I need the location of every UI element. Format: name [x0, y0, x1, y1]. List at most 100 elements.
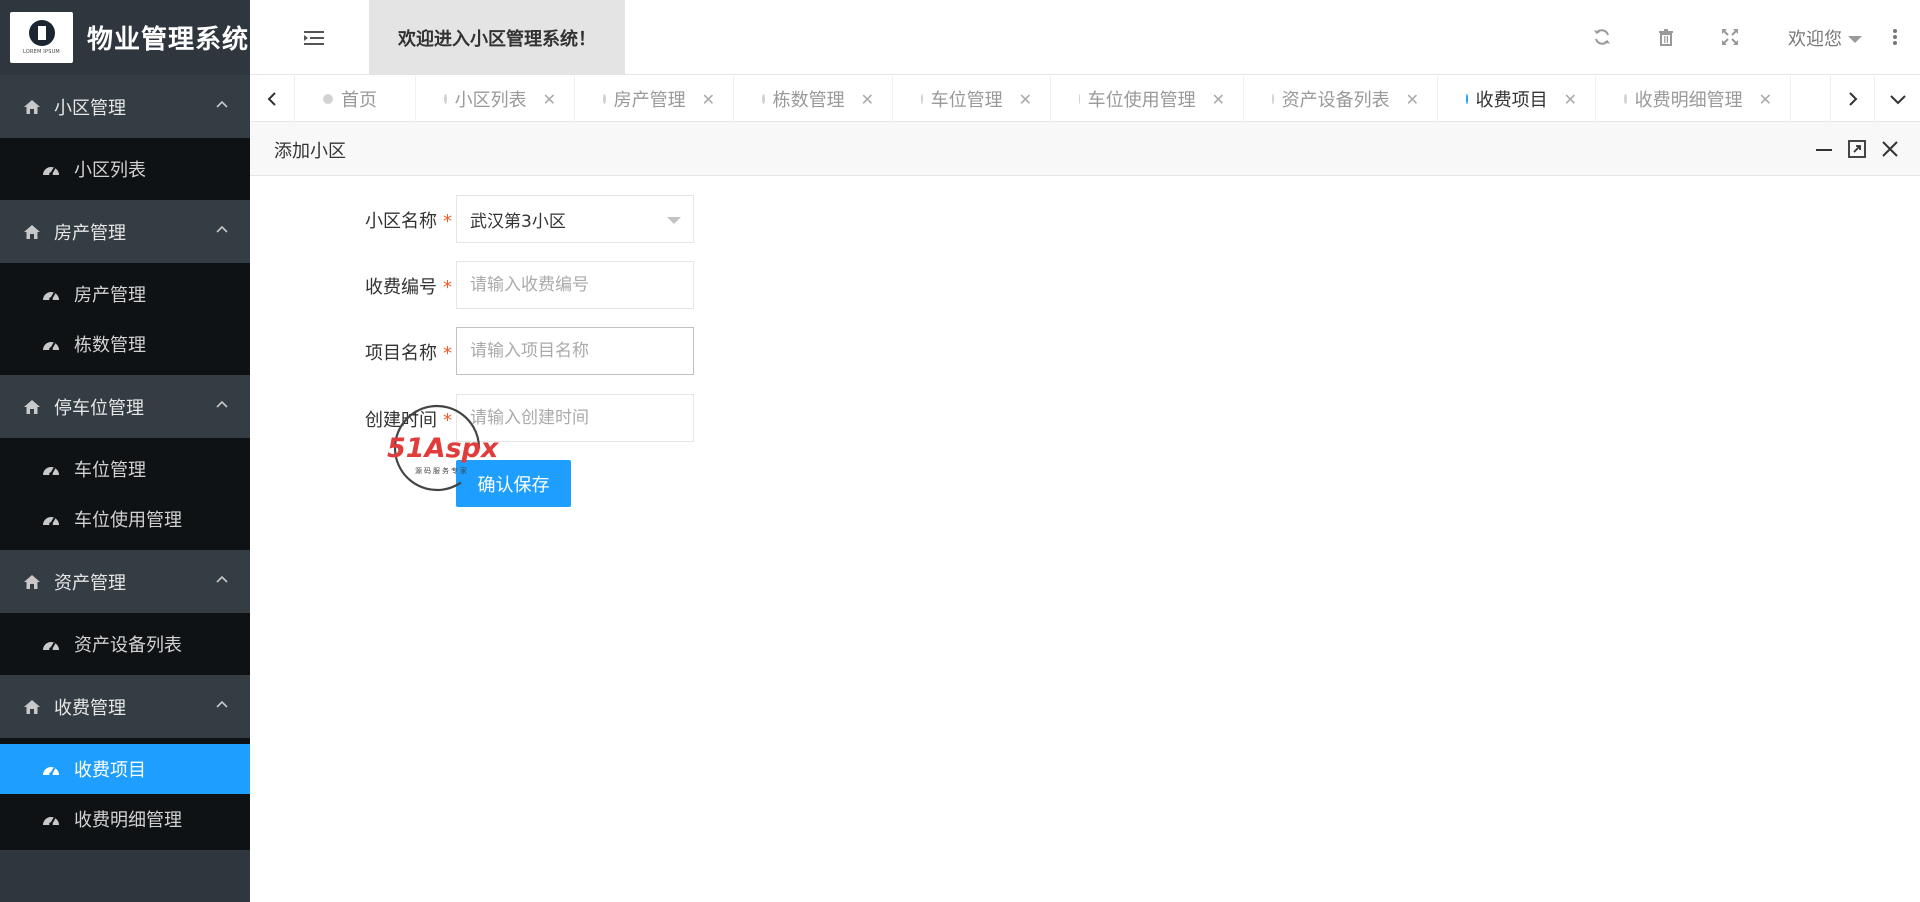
tab-buildings[interactable]: 栋数管理 ✕: [734, 76, 893, 122]
form-row-item-name: 项目名称 *: [250, 327, 1150, 375]
label-text: 收费编号: [365, 277, 437, 298]
sidebar-item-asset-list[interactable]: 资产设备列表: [0, 619, 250, 669]
submenu: 车位管理 车位使用管理: [0, 438, 250, 550]
save-button[interactable]: 确认保存: [456, 460, 571, 507]
home-icon: [24, 699, 40, 714]
tab-property[interactable]: 房产管理 ✕: [575, 76, 734, 122]
menu-group-header[interactable]: 收费管理: [0, 675, 250, 738]
tab-home[interactable]: 首页: [295, 76, 416, 122]
tab-dot: [762, 94, 765, 104]
tab-dot: [1079, 94, 1080, 104]
tab-menu-dropdown[interactable]: [1875, 76, 1920, 122]
menu-group-header[interactable]: 停车位管理: [0, 375, 250, 438]
close-icon[interactable]: ✕: [861, 90, 874, 109]
sidebar-item-parking[interactable]: 车位管理: [0, 444, 250, 494]
dashboard-icon: [43, 292, 59, 301]
maximize-icon[interactable]: [1847, 139, 1867, 159]
tab-parking-usage[interactable]: 车位使用管理 ✕: [1051, 76, 1244, 122]
chevron-up-icon: [216, 575, 228, 583]
tab-dot: [1466, 94, 1468, 104]
menu-group-header[interactable]: 房产管理: [0, 200, 250, 263]
sidebar-item-parking-usage[interactable]: 车位使用管理: [0, 494, 250, 544]
sidebar-item-label: 车位管理: [74, 460, 146, 481]
fullscreen-icon[interactable]: [1720, 27, 1740, 47]
sidebar-item-label: 车位使用管理: [74, 510, 182, 531]
logo-caption: LOREM IPSUM: [23, 49, 60, 55]
tab-asset-list[interactable]: 资产设备列表 ✕: [1244, 76, 1438, 122]
tab-dot: [1624, 94, 1627, 104]
tab-bar: 首页 小区列表 ✕ 房产管理 ✕ 栋数管理 ✕ 车位管理 ✕ 车位使用管理 ✕: [250, 76, 1920, 122]
form-label-wrap: 项目名称 *: [250, 327, 452, 375]
menu-group-fees: 收费管理 收费项目 收费明细管理: [0, 675, 250, 850]
menu-group-parking: 停车位管理 车位管理 车位使用管理: [0, 375, 250, 550]
created-time-input[interactable]: [456, 394, 694, 442]
close-icon[interactable]: ✕: [1564, 90, 1577, 109]
menu-group-community: 小区管理 小区列表: [0, 75, 250, 200]
tab-scroll-left[interactable]: [250, 76, 295, 122]
menu-toggle-icon[interactable]: [304, 30, 324, 46]
tab-dot: [444, 94, 447, 104]
tab-scroll-right[interactable]: [1830, 76, 1875, 122]
sidebar-item-community-list[interactable]: 小区列表: [0, 144, 250, 194]
close-icon[interactable]: ✕: [1406, 90, 1419, 109]
menu-group-label: 停车位管理: [54, 397, 144, 419]
tab-parking[interactable]: 车位管理 ✕: [893, 76, 1051, 122]
dashboard-icon: [43, 467, 59, 476]
dashboard-icon: [43, 517, 59, 526]
chevron-right-icon: [1848, 92, 1857, 106]
community-label: 小区名称 *: [365, 207, 452, 233]
close-icon[interactable]: ✕: [1212, 90, 1225, 109]
menu-group-label: 小区管理: [54, 97, 126, 119]
tab-label: 小区列表: [454, 90, 527, 111]
app-title: 物业管理系统: [87, 25, 250, 55]
sidebar-item-fee-details[interactable]: 收费明细管理: [0, 794, 250, 844]
close-icon[interactable]: ✕: [543, 90, 556, 109]
home-icon: [24, 574, 40, 589]
tab-fee-details[interactable]: 收费明细管理 ✕: [1596, 76, 1791, 122]
tab-community-list[interactable]: 小区列表 ✕: [416, 76, 575, 122]
welcome-tab[interactable]: 欢迎进入小区管理系统！: [369, 0, 625, 75]
submenu: 收费项目 收费明细管理: [0, 738, 250, 850]
close-icon[interactable]: ✕: [1019, 90, 1032, 109]
more-vertical-icon[interactable]: [1892, 27, 1898, 47]
menu-group-header[interactable]: 资产管理: [0, 550, 250, 613]
tab-label: 栋数管理: [772, 90, 845, 111]
tab-fee-items[interactable]: 收费项目 ✕: [1438, 76, 1596, 122]
sidebar-item-label: 小区列表: [74, 160, 146, 181]
home-icon: [24, 99, 40, 114]
required-mark: *: [443, 277, 452, 298]
close-icon[interactable]: ✕: [1759, 90, 1772, 109]
submenu: 资产设备列表: [0, 613, 250, 675]
sidebar-item-property[interactable]: 房产管理: [0, 269, 250, 319]
tab-label: 收费项目: [1475, 90, 1548, 111]
user-menu[interactable]: 欢迎您: [1788, 25, 1862, 51]
menu-group-label: 收费管理: [54, 697, 126, 719]
logo-bar: LOREM IPSUM 物业管理系统: [0, 0, 250, 75]
item-name-label: 项目名称 *: [365, 339, 452, 365]
user-label: 欢迎您: [1788, 29, 1842, 50]
chevron-up-icon: [216, 225, 228, 233]
panel-title: 添加小区: [274, 141, 346, 162]
refresh-icon[interactable]: [1592, 27, 1612, 47]
tab-dot: [921, 94, 923, 104]
close-icon[interactable]: ✕: [702, 90, 715, 109]
trash-icon[interactable]: [1656, 27, 1676, 47]
item-name-input[interactable]: [456, 327, 694, 375]
tab-dot: [1272, 94, 1274, 104]
sidebar-item-label: 房产管理: [74, 285, 146, 306]
fee-code-input[interactable]: [456, 261, 694, 309]
sidebar-item-buildings[interactable]: 栋数管理: [0, 319, 250, 369]
menu-group-assets: 资产管理 资产设备列表: [0, 550, 250, 675]
minimize-icon[interactable]: [1814, 139, 1834, 159]
caret-down-icon: [667, 217, 681, 224]
form-row-fee-code: 收费编号 *: [250, 261, 1150, 309]
community-select[interactable]: 武汉第3小区: [456, 195, 694, 243]
dashboard-icon: [43, 767, 59, 776]
menu-group-header[interactable]: 小区管理: [0, 75, 250, 138]
form-label-wrap: 收费编号 *: [250, 261, 452, 309]
dashboard-icon: [43, 642, 59, 651]
form-row-community: 小区名称 * 武汉第3小区: [250, 195, 1150, 243]
submenu: 房产管理 栋数管理: [0, 263, 250, 375]
sidebar-item-fee-items[interactable]: 收费项目: [0, 744, 250, 794]
close-icon[interactable]: [1880, 139, 1900, 159]
